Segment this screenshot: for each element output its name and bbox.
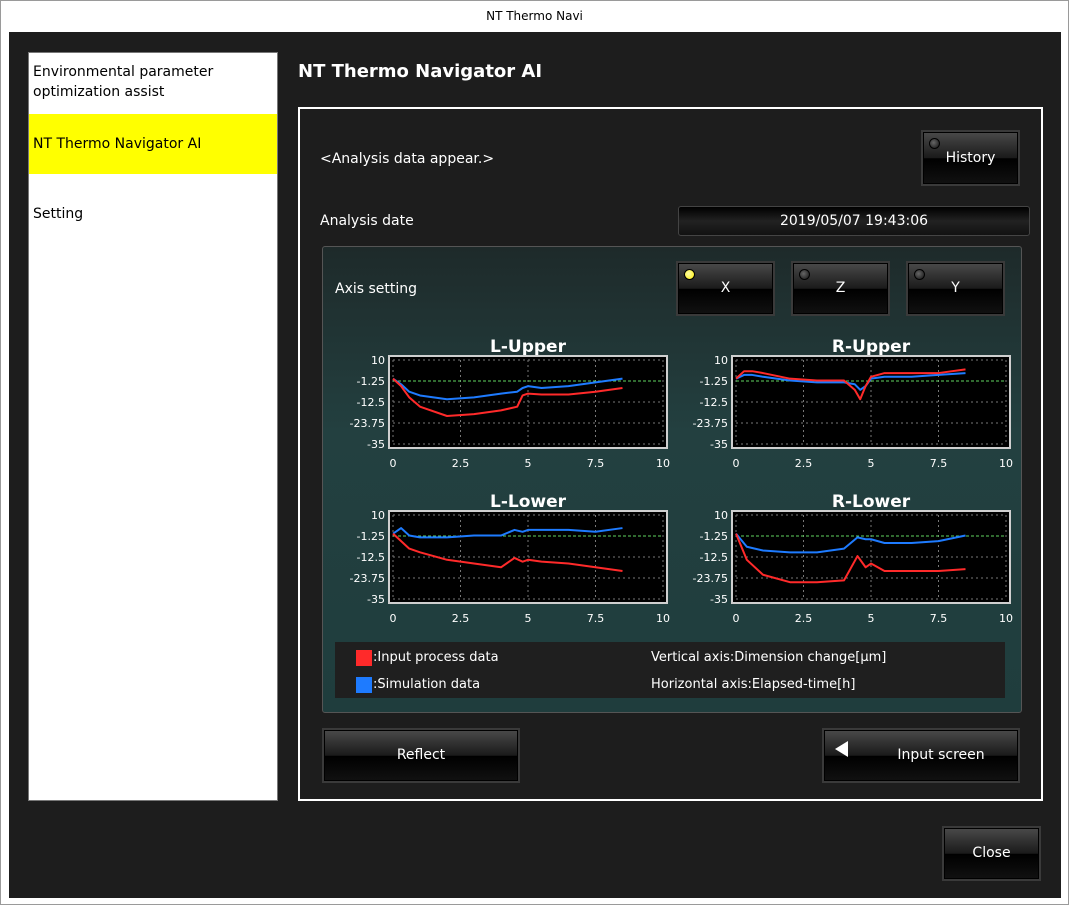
- x-tick-label: 2.5: [795, 457, 813, 470]
- chart-title: L-Lower: [490, 492, 567, 512]
- x-tick-label: 2.5: [452, 612, 470, 625]
- charts-svg: L-Upper10-1.25-12.5-23.75-350 2.5 5 7.5 10R-…: [350, 337, 1013, 625]
- y-tick-label: -23.75: [693, 572, 728, 585]
- legend-horizontal-axis: Horizontal axis:Elapsed-time[h]: [651, 677, 856, 692]
- main-panel: <Analysis data appear.> History Analysis…: [298, 107, 1043, 801]
- chart-l-upper: L-Upper 10 -1.25 -12.5 -23.75 -35 0 2.5 5 7.5 10: [350, 337, 670, 470]
- y-tick-label: 10: [371, 509, 385, 522]
- y-tick-label: -23.75: [350, 572, 385, 585]
- y-tick-label: -23.75: [350, 417, 385, 430]
- x-tick-label: 10: [656, 457, 670, 470]
- close-button[interactable]: Close: [942, 826, 1041, 881]
- y-tick-label: -12.5: [700, 396, 728, 409]
- x-tick-label: 2.5: [452, 457, 470, 470]
- y-tick-label: -23.75: [693, 417, 728, 430]
- sidebar-item-thermo-navigator[interactable]: NT Thermo Navigator AI: [29, 114, 277, 174]
- history-button[interactable]: History: [921, 130, 1020, 186]
- y-tick-label: 10: [714, 354, 728, 367]
- reflect-button[interactable]: Reflect: [322, 728, 520, 783]
- window-titlebar: NT Thermo Navi: [1, 1, 1068, 32]
- x-tick-label: 0: [733, 457, 740, 470]
- chart-title: R-Upper: [832, 337, 911, 357]
- analysis-date-value: 2019/05/07 19:43:06: [678, 206, 1030, 236]
- legend-vertical-axis: Vertical axis:Dimension change[μm]: [651, 650, 887, 665]
- x-tick-label: 10: [656, 612, 670, 625]
- chart-l-lower: L-Lower 10 -1.25 -12.5 -23.75 -35 0 2.5 5 7.5 10: [350, 492, 670, 625]
- y-tick-label: -35: [710, 438, 728, 451]
- chart-r-upper: R-Upper 10 -1.25 -12.5 -23.75 -35 0 2.5 5 7.5 10: [693, 337, 1013, 470]
- y-tick-label: -35: [367, 593, 385, 606]
- y-tick-label: 10: [714, 509, 728, 522]
- y-tick-label: -12.5: [357, 551, 385, 564]
- legend-simulation-swatch: [356, 677, 372, 693]
- y-tick-label: 10: [371, 354, 385, 367]
- x-tick-label: 5: [868, 612, 875, 625]
- history-indicator-icon: [929, 138, 940, 149]
- back-arrow-icon: [835, 741, 848, 757]
- sidebar: Environmental parameter optimization ass…: [28, 52, 278, 801]
- x-tick-label: 5: [868, 457, 875, 470]
- y-tick-label: -1.25: [357, 375, 385, 388]
- x-tick-label: 0: [733, 612, 740, 625]
- y-tick-label: -35: [367, 438, 385, 451]
- client-area: Environmental parameter optimization ass…: [9, 32, 1061, 898]
- x-tick-label: 7.5: [587, 457, 605, 470]
- input-screen-button[interactable]: Input screen: [822, 728, 1020, 783]
- sidebar-item-setting[interactable]: Setting: [29, 195, 277, 255]
- y-tick-label: -12.5: [357, 396, 385, 409]
- x-tick-label: 7.5: [587, 612, 605, 625]
- chart-r-lower: R-Lower 10 -1.25 -12.5 -23.75 -35 0 2.5 5 7.5 10: [693, 492, 1013, 625]
- y-tick-label: -1.25: [357, 530, 385, 543]
- y-tick-label: -35: [710, 593, 728, 606]
- chart-title: L-Upper: [490, 337, 567, 357]
- input-screen-label: Input screen: [897, 747, 985, 763]
- history-button-label: History: [945, 150, 996, 166]
- y-tick-label: -1.25: [700, 375, 728, 388]
- chart-title: R-Lower: [832, 492, 911, 512]
- x-tick-label: 0: [390, 457, 397, 470]
- x-tick-label: 0: [390, 612, 397, 625]
- analysis-date-label: Analysis date: [320, 213, 414, 229]
- x-tick-label: 5: [525, 457, 532, 470]
- x-tick-label: 2.5: [795, 612, 813, 625]
- x-tick-label: 7.5: [930, 457, 948, 470]
- x-tick-label: 10: [999, 612, 1013, 625]
- page-title: NT Thermo Navigator AI: [298, 61, 543, 82]
- x-tick-label: 7.5: [930, 612, 948, 625]
- x-tick-label: 10: [999, 457, 1013, 470]
- chart-legend: :Input process data :Simulation data Ver…: [335, 642, 1005, 698]
- chart-panel: Axis setting X Z Y L-Upper 10 -1.25 -12.5 -2…: [322, 246, 1022, 713]
- legend-input-label: :Input process data: [373, 650, 499, 665]
- legend-simulation-label: :Simulation data: [373, 677, 481, 692]
- sidebar-item-environmental-assist[interactable]: Environmental parameter optimization ass…: [29, 53, 277, 113]
- y-tick-label: -1.25: [700, 530, 728, 543]
- x-tick-label: 5: [525, 612, 532, 625]
- status-text: <Analysis data appear.>: [320, 151, 495, 167]
- legend-input-swatch: [356, 650, 372, 666]
- y-tick-label: -12.5: [700, 551, 728, 564]
- app-window: NT Thermo Navi Environmental parameter o…: [0, 0, 1069, 905]
